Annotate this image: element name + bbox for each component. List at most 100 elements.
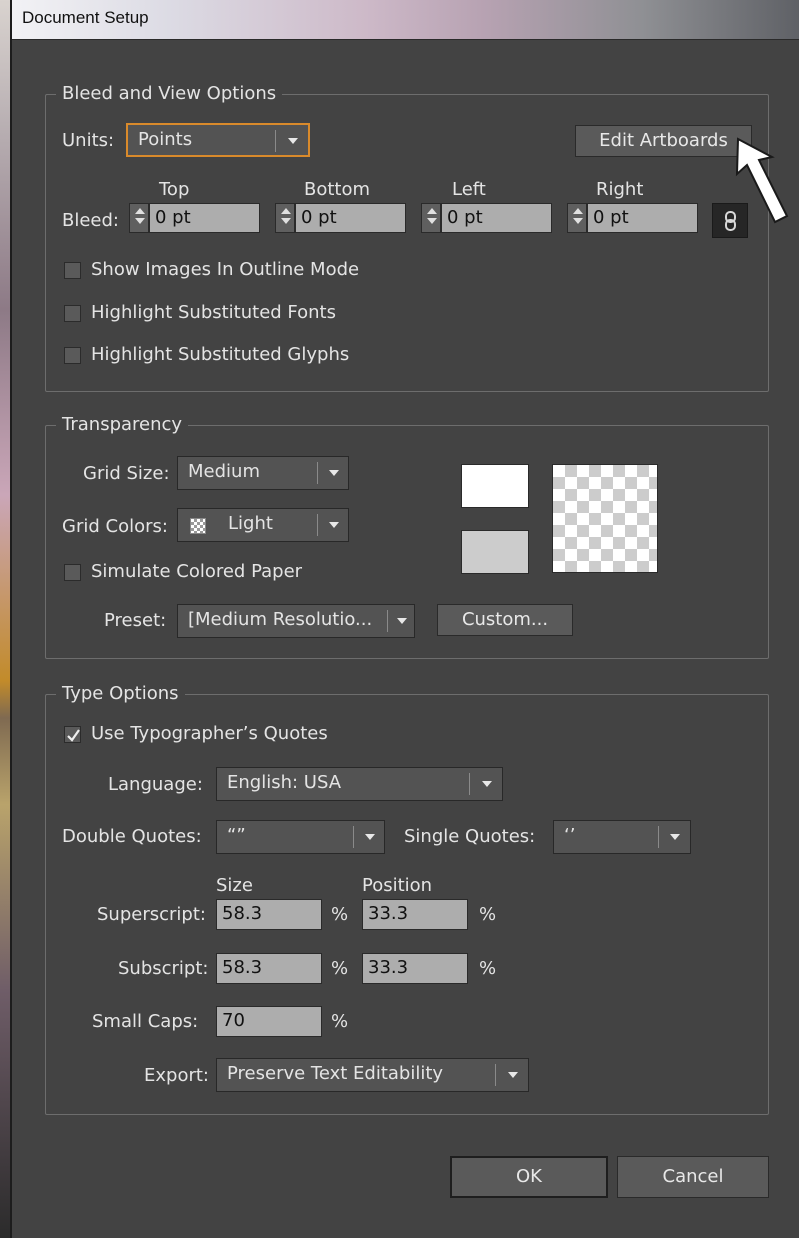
single-quotes-dropdown[interactable]: ‘’ (553, 820, 691, 854)
edit-artboards-label: Edit Artboards (599, 130, 728, 151)
preset-dropdown[interactable]: [Medium Resolutio... (177, 604, 415, 638)
use-quotes-label: Use Typographer’s Quotes (91, 723, 328, 744)
highlight-glyphs-checkbox[interactable] (64, 347, 81, 364)
highlight-fonts-checkbox[interactable] (64, 305, 81, 322)
simulate-paper-checkbox[interactable] (64, 564, 81, 581)
preset-separator (387, 610, 388, 632)
grid-colors-dropdown[interactable]: Light (177, 508, 349, 542)
position-header: Position (362, 875, 433, 896)
superscript-label: Superscript: (97, 904, 206, 925)
chevron-down-icon (329, 522, 339, 528)
percent-label: % (479, 904, 497, 925)
export-separator (495, 1064, 496, 1086)
grid-size-dropdown[interactable]: Medium (177, 456, 349, 490)
title-bar[interactable]: Document Setup (12, 0, 799, 40)
show-images-outline-checkbox[interactable] (64, 262, 81, 279)
export-value: Preserve Text Editability (227, 1063, 444, 1084)
single-quotes-value: ‘’ (564, 825, 576, 846)
subscript-label: Subscript: (118, 958, 209, 979)
double-quotes-dropdown[interactable]: “” (216, 820, 385, 854)
show-images-outline-label: Show Images In Outline Mode (91, 259, 360, 280)
export-dropdown[interactable]: Preserve Text Editability (216, 1058, 529, 1092)
grid-color-swatch-dark[interactable] (461, 530, 529, 574)
superscript-size-value: 58.3 (222, 903, 263, 924)
highlight-fonts-label: Highlight Substituted Fonts (91, 302, 336, 323)
units-dropdown[interactable]: Points (126, 123, 310, 157)
double-quotes-separator (353, 826, 354, 848)
language-separator (469, 773, 470, 795)
custom-button-label: Custom... (461, 609, 549, 630)
superscript-position-field[interactable]: 33.3 (362, 899, 468, 930)
small-caps-label: Small Caps: (92, 1011, 199, 1032)
subscript-size-field[interactable]: 58.3 (216, 953, 322, 984)
grid-color-swatch-light[interactable] (461, 464, 529, 508)
window-title: Document Setup (22, 8, 149, 27)
chevron-down-icon (365, 834, 375, 840)
bleed-col-left: Left (452, 179, 486, 200)
bleed-top-value: 0 pt (155, 207, 191, 228)
percent-label: % (331, 958, 349, 979)
simulate-paper-label: Simulate Colored Paper (91, 561, 303, 582)
chain-link-icon (725, 211, 736, 231)
percent-label: % (331, 1011, 349, 1032)
grid-colors-separator (317, 514, 318, 536)
grid-size-label: Grid Size: (83, 463, 170, 484)
language-label: Language: (108, 774, 203, 795)
language-dropdown[interactable]: English: USA (216, 767, 503, 801)
bleed-bottom-stepper[interactable] (275, 203, 295, 233)
grid-size-value: Medium (188, 461, 260, 482)
bleed-left-field[interactable]: 0 pt (441, 203, 552, 233)
bleed-col-right: Right (596, 179, 644, 200)
chevron-down-icon (397, 618, 407, 624)
grid-colors-value: Light (228, 513, 273, 534)
bleed-right-stepper[interactable] (567, 203, 587, 233)
percent-label: % (479, 958, 497, 979)
bleed-bottom-value: 0 pt (301, 207, 337, 228)
bleed-right-field[interactable]: 0 pt (587, 203, 698, 233)
checker-swatch-icon (190, 518, 206, 534)
use-quotes-checkbox[interactable] (64, 726, 81, 743)
bleed-top-field[interactable]: 0 pt (149, 203, 260, 233)
transparency-grid-preview (552, 464, 658, 573)
chevron-down-icon (508, 1072, 518, 1078)
bleed-bottom-field[interactable]: 0 pt (295, 203, 406, 233)
bleed-right-value: 0 pt (593, 207, 629, 228)
link-bleed-button[interactable] (712, 203, 748, 238)
bleed-left-value: 0 pt (447, 207, 483, 228)
small-caps-field[interactable]: 70 (216, 1006, 322, 1037)
subscript-position-field[interactable]: 33.3 (362, 953, 468, 984)
superscript-size-field[interactable]: 58.3 (216, 899, 322, 930)
highlight-glyphs-label: Highlight Substituted Glyphs (91, 344, 350, 365)
chevron-down-icon (482, 781, 492, 787)
transparency-legend: Transparency (56, 414, 189, 436)
cancel-button[interactable]: Cancel (617, 1156, 769, 1198)
type-options-legend: Type Options (56, 683, 185, 705)
units-separator (275, 130, 276, 152)
double-quotes-value: “” (227, 825, 246, 846)
ok-label: OK (516, 1166, 542, 1187)
edit-artboards-button[interactable]: Edit Artboards (575, 125, 752, 157)
export-label: Export: (144, 1065, 209, 1086)
single-quotes-label: Single Quotes: (404, 826, 536, 847)
custom-button[interactable]: Custom... (437, 604, 573, 636)
units-value: Points (138, 129, 193, 150)
superscript-position-value: 33.3 (368, 903, 409, 924)
bleed-left-stepper[interactable] (421, 203, 441, 233)
chevron-down-icon (288, 138, 298, 144)
grid-size-separator (317, 462, 318, 484)
small-caps-value: 70 (222, 1010, 245, 1031)
ok-button[interactable]: OK (450, 1156, 608, 1198)
preset-label: Preset: (104, 610, 167, 631)
size-header: Size (216, 875, 253, 896)
percent-label: % (331, 904, 349, 925)
bleed-label: Bleed: (62, 210, 119, 231)
chevron-down-icon (670, 834, 680, 840)
bleed-view-legend: Bleed and View Options (56, 83, 283, 105)
grid-colors-label: Grid Colors: (62, 516, 168, 537)
subscript-size-value: 58.3 (222, 957, 263, 978)
bleed-top-stepper[interactable] (129, 203, 149, 233)
cancel-label: Cancel (662, 1166, 724, 1187)
bleed-col-top: Top (159, 179, 190, 200)
subscript-position-value: 33.3 (368, 957, 409, 978)
chevron-down-icon (329, 470, 339, 476)
